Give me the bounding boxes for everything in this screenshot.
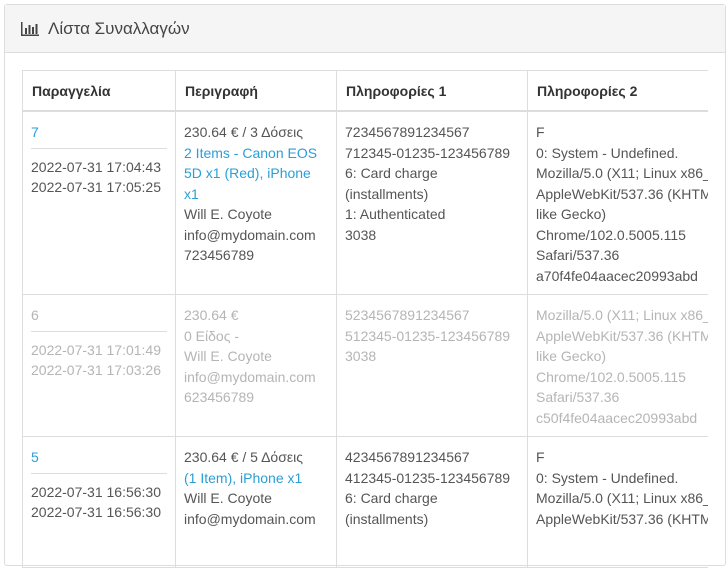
description-line: info@mydomain.com	[184, 226, 316, 243]
cell-order: 5 2022-07-31 16:56:30 2022-07-31 16:56:30	[22, 436, 176, 568]
panel-heading: Λίστα Συναλλαγών	[5, 5, 725, 53]
info2-line: Chrome/102.0.5005.115	[536, 226, 686, 243]
cell-description: 230.64 € / 5 Δόσεις (1 Item), iPhone x1 Wi…	[175, 436, 337, 568]
order-link[interactable]: 5	[31, 447, 167, 468]
info1-line: 5234567891234567	[345, 307, 470, 323]
separator	[31, 330, 167, 332]
items-link[interactable]: x1	[184, 184, 328, 205]
separator	[31, 147, 167, 149]
order-link[interactable]: 6	[31, 305, 167, 326]
column-header-order[interactable]: Παραγγελία	[22, 70, 176, 112]
order-date: 2022-07-31 17:01:49	[31, 341, 161, 358]
description-line: 230.64 € / 5 Δόσεις	[184, 449, 303, 465]
column-header-info1[interactable]: Πληροφορίες 1	[336, 70, 528, 112]
cell-description: 230.64 € / 3 Δόσεις 2 Items - Canon EOS 5D…	[175, 110, 337, 295]
description-line: 723456789	[184, 247, 255, 263]
order-date: 2022-07-31 16:56:30	[31, 483, 161, 500]
info2-line: Chrome/102.0.5005.115	[536, 368, 686, 385]
description-line: 623456789	[184, 389, 255, 405]
order-date: 2022-07-31 16:56:30	[31, 504, 161, 520]
items-link[interactable]: (1 Item), iPhone x1	[184, 468, 328, 489]
description-line: 230.64 € / 3 Δόσεις	[184, 124, 303, 140]
cell-order: 7 2022-07-31 17:04:43 2022-07-31 17:05:25	[22, 110, 176, 295]
cell-order: 6 2022-07-31 17:01:49 2022-07-31 17:03:26	[22, 294, 176, 437]
info2-line: Safari/537.36	[536, 389, 620, 405]
info1-line: 4234567891234567	[345, 449, 470, 465]
description-line: 0 Είδος -	[184, 327, 240, 344]
info1-line: 712345-01235-123456789	[345, 144, 511, 161]
transactions-panel: Λίστα Συναλλαγών Παραγγελία Περιγραφή Πλ…	[4, 4, 726, 568]
transactions-table: Παραγγελία Περιγραφή Πληροφορίες 1 Πληρο…	[22, 70, 708, 568]
order-date: 2022-07-31 17:04:43	[31, 158, 161, 175]
cell-info1: 7234567891234567 712345-01235-123456789 6:…	[336, 110, 528, 295]
info2-line: F	[536, 124, 545, 140]
table-row: 7 2022-07-31 17:04:43 2022-07-31 17:05:25 2…	[22, 110, 708, 295]
cell-info1: 5234567891234567 512345-01235-123456789 30…	[336, 294, 528, 437]
description-line: Will E. Coyote	[184, 206, 272, 222]
info2-line: Mozilla/5.0 (X11; Linux x86_64)	[536, 490, 708, 506]
info2-line: like Gecko)	[536, 206, 607, 222]
description-line: Will E. Coyote	[184, 348, 272, 364]
cell-info2: F 0: System - Undefined. Mozilla/5.0 (X11;…	[527, 436, 708, 568]
table-row: 6 2022-07-31 17:01:49 2022-07-31 17:03:26 2…	[22, 294, 708, 437]
description-line: Will E. Coyote	[184, 490, 272, 506]
info1-line: 6: Card charge	[345, 165, 438, 181]
info1-line: 512345-01235-123456789	[345, 327, 511, 344]
separator	[31, 472, 167, 474]
info1-line: 6: Card charge	[345, 490, 438, 506]
info1-line: 412345-01235-123456789	[345, 469, 511, 486]
table-header-row: Παραγγελία Περιγραφή Πληροφορίες 1 Πληρο…	[22, 70, 708, 112]
cell-info2: F 0: System - Undefined. Mozilla/5.0 (X11;…	[527, 110, 708, 295]
info2-line: F	[536, 449, 545, 465]
info2-line: c50f4fe04aacec20993abd	[536, 409, 698, 426]
table-row: 5 2022-07-31 16:56:30 2022-07-31 16:56:30 2…	[22, 436, 708, 568]
info1-line: 3038	[345, 348, 377, 364]
info2-line: Mozilla/5.0 (X11; Linux x86_64)	[536, 165, 708, 181]
info1-line: 3038	[345, 226, 377, 243]
info2-line: 0: System - Undefined.	[536, 144, 679, 161]
info2-line: Mozilla/5.0 (X11; Linux x86_64)	[536, 307, 708, 323]
bar-chart-icon	[21, 21, 39, 36]
info1-line: 1: Authenticated	[345, 206, 446, 222]
column-header-info2[interactable]: Πληροφορίες 2	[527, 70, 708, 112]
info2-line: AppleWebKit/537.36 (KHTML,	[536, 510, 708, 527]
column-header-description[interactable]: Περιγραφή	[175, 70, 337, 112]
cell-description: 230.64 € 0 Είδος - Will E. Coyote info@mydo…	[175, 294, 337, 437]
info2-line: 0: System - Undefined.	[536, 469, 679, 486]
info1-line: (installments)	[345, 510, 429, 527]
order-date: 2022-07-31 17:05:25	[31, 179, 161, 195]
info2-line: Safari/537.36	[536, 247, 620, 263]
info2-line: AppleWebKit/537.36 (KHTML,	[536, 327, 708, 344]
items-link[interactable]: 5D x1 (Red), iPhone	[184, 163, 328, 184]
description-line: info@mydomain.com	[184, 510, 316, 527]
info2-line: AppleWebKit/537.36 (KHTML,	[536, 185, 708, 202]
table-scroll-container[interactable]: Παραγγελία Περιγραφή Πληροφορίες 1 Πληρο…	[22, 70, 708, 570]
cell-info2: Mozilla/5.0 (X11; Linux x86_64) AppleWebK…	[527, 294, 708, 437]
items-link[interactable]: 2 Items - Canon EOS	[184, 143, 328, 164]
panel-title: Λίστα Συναλλαγών	[48, 18, 190, 38]
info2-line: like Gecko)	[536, 348, 607, 364]
description-line: 230.64 €	[184, 307, 239, 323]
info1-line: (installments)	[345, 185, 429, 202]
description-line: info@mydomain.com	[184, 368, 316, 385]
order-date: 2022-07-31 17:03:26	[31, 362, 161, 378]
info1-line: 7234567891234567	[345, 124, 470, 140]
info2-line: a70f4fe04aacec20993abd	[536, 267, 698, 284]
order-link[interactable]: 7	[31, 122, 167, 143]
cell-info1: 4234567891234567 412345-01235-123456789 6:…	[336, 436, 528, 568]
